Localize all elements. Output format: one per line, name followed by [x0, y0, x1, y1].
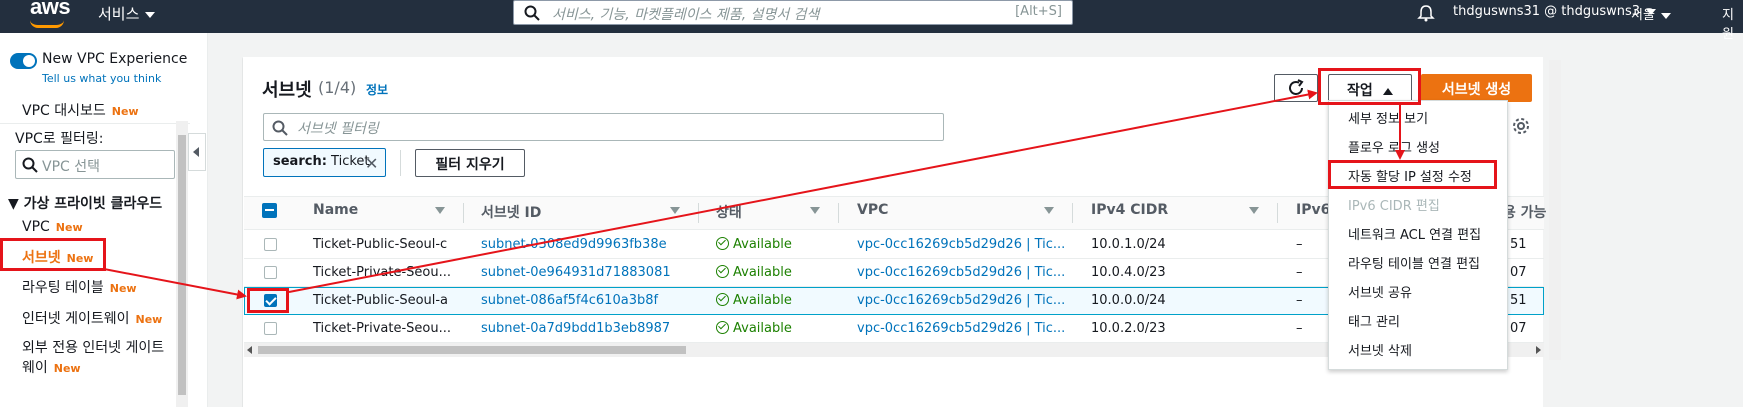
annotation-arrow [103, 268, 247, 300]
annotation-arrows [103, 89, 1405, 300]
annotation-arrow [288, 89, 1318, 293]
